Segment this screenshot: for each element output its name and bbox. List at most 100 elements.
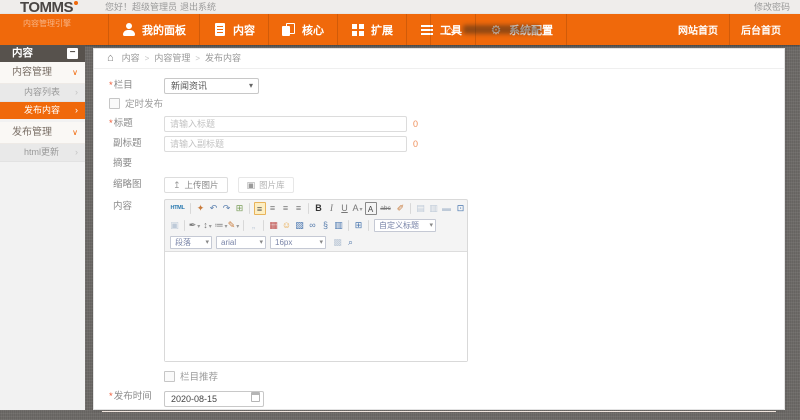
nav-item-my-panel[interactable]: 我的面板	[108, 14, 200, 45]
remove-format-icon[interactable]: A	[365, 202, 377, 215]
align-center-icon[interactable]: ≡	[267, 202, 279, 215]
custom-title-select[interactable]: 自定义标题	[374, 219, 436, 232]
sidebar-group-publish-mgmt[interactable]: 发布管理 ∨	[0, 122, 85, 144]
paragraph-select[interactable]: 段落	[170, 236, 212, 249]
nav-link-admin-home[interactable]: 后台首页	[729, 14, 792, 45]
book-icon[interactable]: ▥	[333, 219, 345, 232]
toolbar-divider	[249, 203, 250, 214]
nav-item-content[interactable]: 内容	[200, 14, 269, 45]
align-right-icon[interactable]: ≡	[280, 202, 292, 215]
sidebar-menu: 内容管理 ∨ 内容列表 › 发布内容 › 发布管理 ∨ html更新 ›	[0, 62, 85, 162]
line-height-icon[interactable]: ↕	[202, 219, 214, 232]
photo-icon[interactable]: ▧	[294, 219, 306, 232]
font-size-select[interactable]: 16px	[270, 236, 326, 249]
content-row: 内容 HTML✦↶↷⊞≡≡≡≡BIUAAabc✐▤▥▬⊡ ▣✒↕≔✎„▦☺▧∞§…	[94, 199, 784, 362]
italic-icon[interactable]: I	[326, 202, 338, 215]
font-color-icon[interactable]: A	[352, 202, 364, 215]
breadcrumb-item-publish-content[interactable]: 发布内容	[195, 49, 241, 68]
subtitle-row: 副标题 0	[94, 136, 784, 152]
blockquote-icon[interactable]: „	[248, 219, 260, 232]
image-icon[interactable]: ▦	[268, 219, 280, 232]
image-library-button[interactable]: ▣ 图片库	[238, 177, 294, 193]
pages-icon	[282, 23, 296, 37]
required-mark: *	[109, 391, 113, 402]
upload-icon: ↥	[173, 180, 181, 191]
search-replace-icon[interactable]: ⌕	[345, 236, 357, 249]
undo-icon[interactable]: ↶	[208, 202, 220, 215]
sidebar-item-publish-content[interactable]: 发布内容 ›	[0, 102, 85, 119]
editor-toolbar-row-1: HTML✦↶↷⊞≡≡≡≡BIUAAabc✐▤▥▬⊡	[165, 200, 467, 217]
thumbnail-row: 缩略图 ↥ 上传图片 ▣ 图片库	[94, 177, 784, 193]
fullscreen-icon[interactable]: ⊡	[455, 202, 467, 215]
editor-toolbar-row-3: 段落 arial 16px ▩⌕	[165, 234, 467, 251]
attachment-icon[interactable]: §	[320, 219, 332, 232]
align-left-icon[interactable]: ≡	[254, 202, 266, 215]
calendar-icon[interactable]	[251, 392, 260, 402]
indent-icon[interactable]: ▥	[428, 202, 440, 215]
greeting-text: 您好！超级管理员	[105, 0, 177, 14]
category-select[interactable]: 新闻资讯	[164, 78, 259, 94]
sidebar-item-html-update[interactable]: html更新 ›	[0, 144, 85, 162]
html-source-icon[interactable]: HTML	[169, 202, 187, 215]
recommend-label: 栏目推荐	[180, 369, 218, 383]
header-right-links: 网站首页 后台首页	[667, 14, 792, 45]
subtitle-char-counter: 0	[413, 136, 418, 152]
outdent-icon[interactable]: ▤	[415, 202, 427, 215]
toolbar-divider	[308, 203, 309, 214]
collapse-icon[interactable]: −	[67, 48, 78, 59]
content-panel: ⌂ 内容内容管理发布内容 *栏目 新闻资讯 定时发布 *标题 0 副标题 0 摘…	[93, 48, 785, 410]
toolbar-divider	[410, 203, 411, 214]
title-input[interactable]	[164, 116, 407, 132]
font-family-select[interactable]: arial	[216, 236, 266, 249]
editor-canvas[interactable]	[165, 251, 467, 361]
logout-link[interactable]: 退出系统	[180, 0, 216, 14]
emoticon-icon[interactable]: ☺	[281, 219, 293, 232]
thumbnail-label: 缩略图	[109, 177, 164, 193]
grid-icon	[351, 23, 365, 37]
clean-format-icon[interactable]: ✦	[195, 202, 207, 215]
scheduled-label: 定时发布	[125, 96, 163, 110]
hr-icon[interactable]: ▬	[441, 202, 453, 215]
eraser-icon[interactable]: ✐	[395, 202, 407, 215]
sidebar: 内容 − 内容管理 ∨ 内容列表 › 发布内容 › 发布管理 ∨ html更新 …	[0, 45, 85, 410]
pen-color-icon[interactable]: ✎	[228, 219, 240, 232]
sidebar-item-content-list[interactable]: 内容列表 ›	[0, 84, 85, 102]
strikethrough-icon[interactable]: abc	[378, 202, 394, 215]
sidebar-group-content-mgmt[interactable]: 内容管理 ∨	[0, 62, 85, 84]
format-brush-icon[interactable]: ✒	[189, 219, 201, 232]
document-icon	[213, 23, 227, 37]
table-icon[interactable]: ⊞	[353, 219, 365, 232]
publish-time-input[interactable]	[164, 391, 264, 407]
scheduled-checkbox[interactable]	[109, 98, 120, 109]
subtitle-input[interactable]	[164, 136, 407, 152]
nav-link-site-home[interactable]: 网站首页	[667, 14, 729, 45]
publish-time-row: *发布时间	[94, 389, 784, 407]
recommend-checkbox[interactable]	[164, 371, 175, 382]
change-password-link[interactable]: 修改密码	[754, 0, 790, 14]
page-preview-icon[interactable]: ▩	[332, 236, 344, 249]
top-utility-bar: TOMMS 您好！超级管理员 退出系统 修改密码	[0, 0, 800, 14]
breadcrumb-home-icon: ⌂	[107, 49, 114, 68]
upload-image-button[interactable]: ↥ 上传图片	[164, 177, 228, 193]
paste-template-icon[interactable]: ⊞	[234, 202, 246, 215]
bold-icon[interactable]: B	[313, 202, 325, 215]
list-style-icon[interactable]: ≔	[215, 219, 227, 232]
app-logo: TOMMS	[20, 0, 78, 14]
breadcrumb-item-content[interactable]: 内容	[122, 49, 140, 68]
subtitle-label: 副标题	[109, 136, 164, 152]
site-name-redacted	[463, 25, 541, 34]
nav-item-core[interactable]: 核心	[269, 14, 338, 45]
redo-icon[interactable]: ↷	[221, 202, 233, 215]
category-label: 栏目	[114, 80, 133, 91]
sidebar-title: 内容 −	[0, 45, 85, 62]
summary-label: 摘要	[109, 156, 164, 172]
template-icon[interactable]: ▣	[169, 219, 181, 232]
breadcrumb-item-content-mgmt[interactable]: 内容管理	[145, 49, 191, 68]
rich-text-editor: HTML✦↶↷⊞≡≡≡≡BIUAAabc✐▤▥▬⊡ ▣✒↕≔✎„▦☺▧∞§▥⊞ …	[164, 199, 468, 362]
link-icon[interactable]: ∞	[307, 219, 319, 232]
align-justify-icon[interactable]: ≡	[293, 202, 305, 215]
current-site[interactable]: ⌂	[430, 14, 553, 45]
nav-item-extend[interactable]: 扩展	[338, 14, 407, 45]
underline-icon[interactable]: U	[339, 202, 351, 215]
logo-dot-icon	[74, 1, 78, 5]
